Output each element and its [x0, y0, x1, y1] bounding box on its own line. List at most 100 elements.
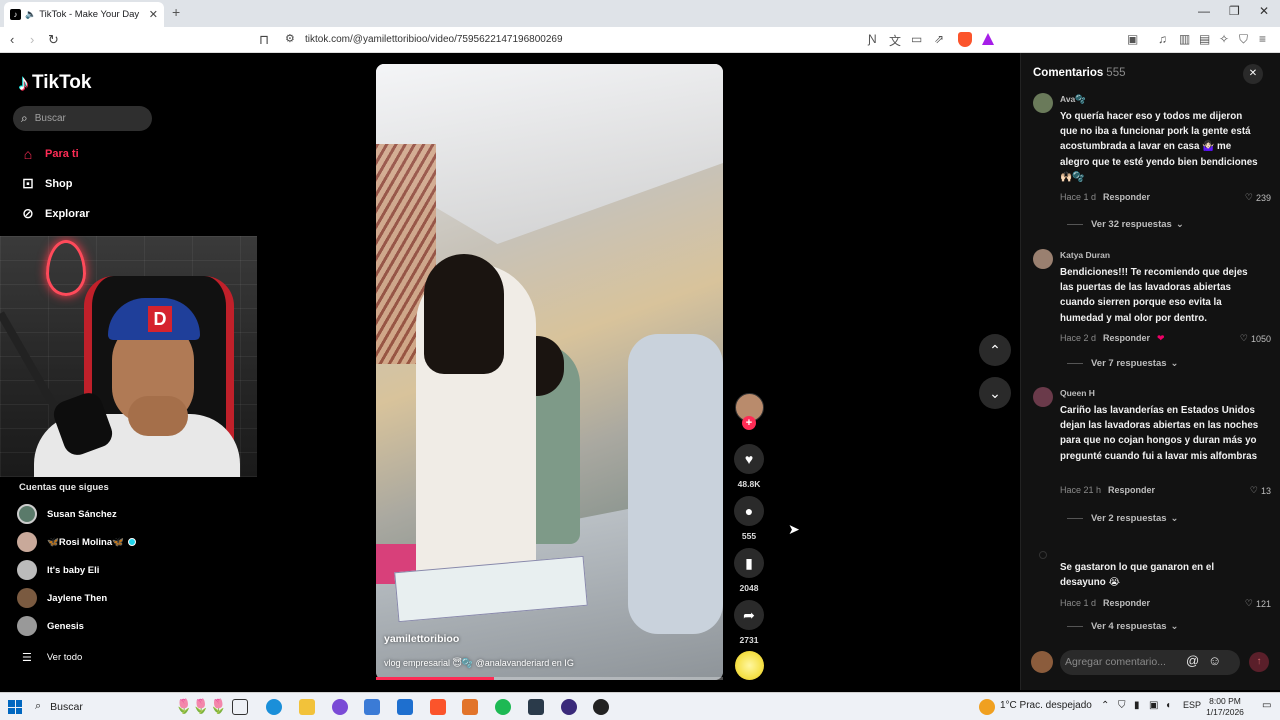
following-item[interactable]: 🦋Rosi Molina🦋 [17, 532, 136, 552]
search-input[interactable]: ⌕ Buscar [13, 106, 152, 131]
music-disc-icon[interactable] [735, 651, 764, 680]
my-avatar[interactable] [1031, 651, 1053, 673]
reload-icon[interactable]: ↻ [48, 32, 59, 48]
comment-like-count: 121 [1255, 598, 1271, 609]
chevron-down-icon: ⌄ [1175, 219, 1184, 230]
taskbar-search[interactable]: ⌕ Buscar [35, 700, 83, 713]
view-replies-button[interactable]: Ver 7 respuestas ⌄ [1067, 358, 1179, 369]
comment-like-button[interactable]: ♡ 1050 [1240, 333, 1271, 344]
nav-for-you[interactable]: ⌂ Para ti [19, 146, 79, 162]
nav-shop[interactable]: ⊡ Shop [19, 175, 72, 192]
comments-panel: Comentarios 555 ✕ Ava🫧 Yo quería hacer es… [1020, 53, 1280, 690]
vpn-icon[interactable]: ⛉ [1239, 32, 1248, 47]
reply-button[interactable]: Responder [1103, 598, 1150, 608]
notification-icon[interactable]: ▭ [1262, 700, 1271, 711]
send-button[interactable]: ↑ [1249, 652, 1269, 672]
translate-off-icon[interactable]: Ɲ [868, 32, 877, 46]
media-icon[interactable]: ♫ [1158, 32, 1167, 46]
bookmark-icon[interactable]: ⊓ [259, 32, 269, 48]
comment-like-button[interactable]: ♡ 239 [1245, 192, 1271, 203]
following-item[interactable]: Genesis [17, 616, 84, 636]
home-icon: ⌂ [23, 146, 33, 162]
tray-mic-icon[interactable]: ▮ [1134, 700, 1140, 711]
follow-plus-icon[interactable]: + [742, 416, 756, 430]
close-comments-button[interactable]: ✕ [1243, 64, 1263, 84]
store-icon[interactable] [364, 699, 380, 715]
previous-video-button[interactable]: ⌃ [979, 334, 1011, 366]
weather-text[interactable]: 1°C Prac. despejado [1000, 700, 1092, 711]
comment-user[interactable]: Katya Duran [1060, 250, 1110, 260]
mail-icon[interactable] [397, 699, 413, 715]
obs-icon[interactable] [593, 699, 609, 715]
following-item[interactable]: Susan Sánchez [17, 504, 117, 524]
reply-button[interactable]: Responder [1103, 192, 1150, 202]
view-replies-button[interactable]: Ver 2 respuestas ⌄ [1067, 513, 1179, 524]
translate-icon[interactable]: 文 [889, 32, 901, 49]
task-view-icon[interactable] [232, 699, 248, 715]
comment-user[interactable]: Ava🫧 [1060, 94, 1086, 105]
save-button[interactable]: ▮ [734, 548, 764, 578]
tray-chevron-icon[interactable]: ⌃ [1101, 700, 1109, 711]
comment-button[interactable]: ● [734, 496, 764, 526]
app-icon[interactable] [561, 699, 577, 715]
leo-ai-icon[interactable]: ✧ [1219, 32, 1229, 46]
cast-icon[interactable]: ▭ [911, 32, 922, 46]
video-progress-bar[interactable] [376, 677, 723, 680]
brave-icon[interactable] [430, 699, 446, 715]
avatar[interactable] [1039, 551, 1047, 559]
like-button[interactable]: ♥ [734, 444, 764, 474]
clock-time: 8:00 PM [1209, 696, 1241, 706]
spotify-icon[interactable] [495, 699, 511, 715]
tray-network-icon[interactable]: ▣ [1149, 700, 1158, 711]
close-window-icon[interactable]: ✕ [1259, 4, 1269, 18]
reply-button[interactable]: Responder [1103, 333, 1150, 344]
browser-tab[interactable]: ♪ 🔈 TikTok - Make Your Day ✕ [4, 2, 164, 27]
tulips-decoration-icon: 🌷🌷🌷 [175, 698, 228, 714]
mention-icon[interactable]: @ [1186, 653, 1199, 668]
avatar[interactable] [1033, 387, 1053, 407]
view-replies-button[interactable]: Ver 4 respuestas ⌄ [1067, 621, 1179, 632]
menu-icon[interactable]: ≡ [1259, 32, 1266, 46]
brave-shield-icon[interactable] [958, 32, 972, 47]
sidebar-toggle-icon[interactable]: ▣ [1127, 32, 1138, 46]
wallet-icon[interactable]: ▤ [1199, 32, 1210, 46]
nav-explore[interactable]: ⊘ Explorar [19, 205, 90, 222]
avatar[interactable] [1033, 93, 1053, 113]
new-tab-icon[interactable]: + [172, 4, 180, 20]
comment-like-button[interactable]: ♡ 13 [1250, 485, 1271, 496]
reading-list-icon[interactable]: ▥ [1179, 32, 1190, 46]
windows-start-icon[interactable] [8, 700, 22, 714]
see-all-link[interactable]: ☰ Ver todo [22, 651, 82, 664]
video-player[interactable] [376, 64, 723, 680]
view-replies-button[interactable]: Ver 32 respuestas ⌄ [1067, 219, 1184, 230]
video-author[interactable]: yamilettoribioo [384, 633, 459, 645]
vlc-icon[interactable] [462, 699, 478, 715]
reply-button[interactable]: Responder [1108, 485, 1155, 495]
emoji-icon[interactable]: ☺ [1208, 653, 1221, 668]
tray-volume-icon[interactable]: ◖ [1165, 700, 1171, 711]
tray-security-icon[interactable]: ⛉ [1118, 700, 1126, 711]
edge-icon[interactable] [266, 699, 282, 715]
forward-icon[interactable]: › [30, 32, 34, 47]
share-icon[interactable]: ⇗ [934, 32, 944, 46]
url-text[interactable]: tiktok.com/@yamilettoribioo/video/759562… [305, 34, 563, 45]
minimize-icon[interactable]: — [1198, 4, 1210, 18]
comment-user[interactable]: Queen H [1060, 388, 1095, 398]
share-button[interactable]: ➦ [734, 600, 764, 630]
close-tab-icon[interactable]: ✕ [149, 8, 158, 21]
avatar[interactable] [1033, 249, 1053, 269]
tiktok-logo[interactable]: ♪ TikTok [18, 70, 91, 96]
comment-like-button[interactable]: ♡ 121 [1245, 598, 1271, 609]
taskbar-clock[interactable]: 8:00 PM 1/17/2026 [1195, 696, 1255, 718]
capcut-icon[interactable] [528, 699, 544, 715]
brave-rewards-icon[interactable] [982, 33, 994, 45]
following-item[interactable]: It's baby Eli [17, 560, 99, 580]
site-info-icon[interactable]: ⚙ [285, 32, 295, 45]
messenger-icon[interactable] [332, 699, 348, 715]
restore-icon[interactable]: ❐ [1229, 4, 1240, 18]
file-explorer-icon[interactable] [299, 699, 315, 715]
following-item[interactable]: Jaylene Then [17, 588, 107, 608]
weather-icon[interactable] [979, 699, 995, 715]
back-icon[interactable]: ‹ [10, 32, 14, 47]
next-video-button[interactable]: ⌄ [979, 377, 1011, 409]
